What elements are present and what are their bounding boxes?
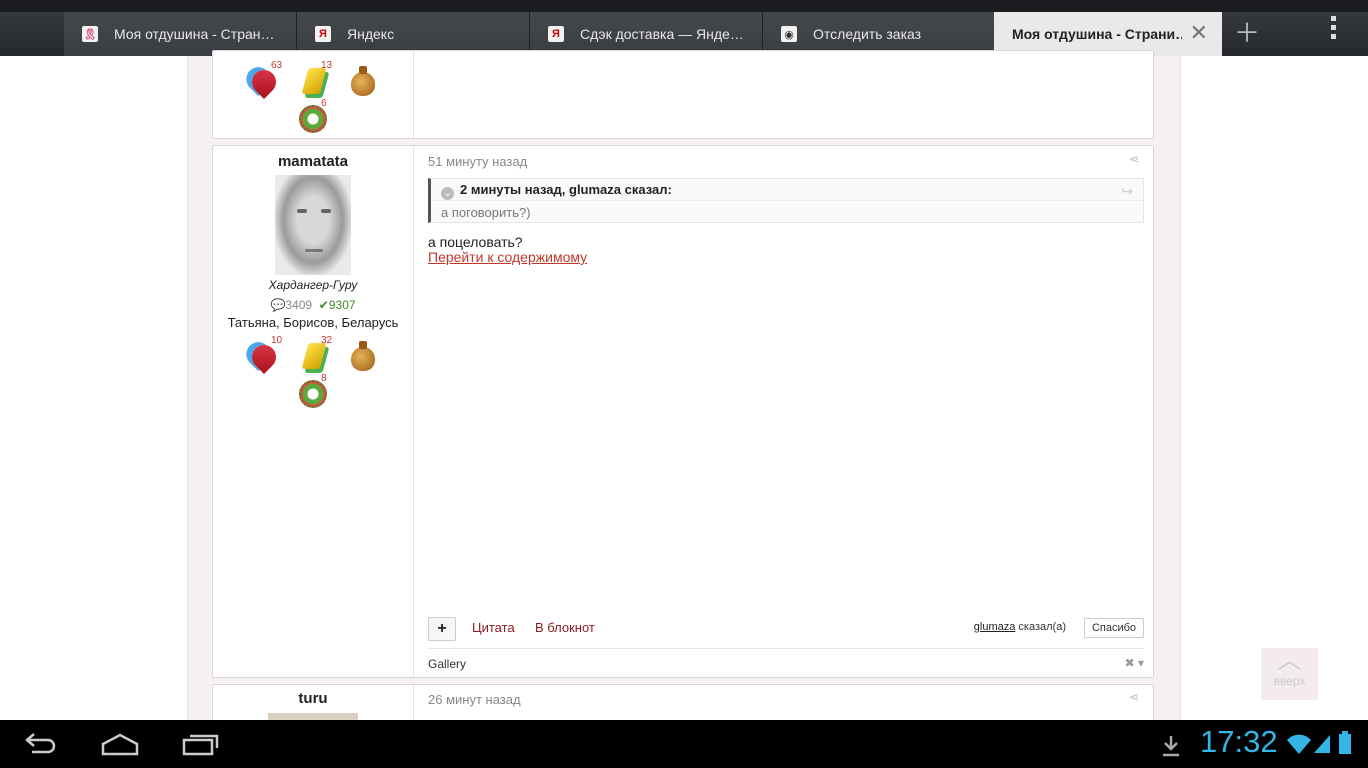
chevron-up-icon: ︿ (1277, 647, 1302, 674)
money-bag-icon (346, 64, 380, 98)
thanked-user-link[interactable]: glumaza (974, 621, 1016, 633)
quote-header: ⌄ 2 минуты назад, glumaza сказал: (441, 182, 672, 200)
yandex-icon: Я (548, 26, 564, 42)
new-tab-icon[interactable]: ＋ (1234, 20, 1260, 46)
share-icon[interactable]: ⋖ (1129, 152, 1139, 166)
user-stats: 💬3409 ✔9307 (213, 298, 413, 312)
scroll-to-top-button[interactable]: ︿ вверх (1261, 648, 1318, 700)
status-clock: 17:32 (1200, 724, 1278, 759)
checkmark-icon: ✔ (318, 298, 329, 312)
gallery-label[interactable]: Gallery (428, 657, 466, 671)
author-column: mamatata Хардангер-Гуру 💬3409 ✔9307 Тать… (213, 146, 414, 677)
gallery-bar: Gallery ✖ ▾ (428, 648, 1144, 673)
download-icon[interactable] (1160, 734, 1182, 758)
status-strip (0, 0, 1368, 12)
forum-post: mamatata Хардангер-Гуру 💬3409 ✔9307 Тать… (212, 145, 1154, 678)
money-bag-icon (346, 339, 380, 373)
globe-icon: ◉ (781, 26, 797, 42)
home-icon[interactable] (100, 730, 140, 758)
forum-page: 63 13 6 mamatata Хардангер-Гуру 💬3409 ✔9… (187, 50, 1181, 744)
reputation-count: 9307 (328, 298, 356, 312)
back-icon[interactable] (22, 730, 58, 758)
thanks-button[interactable]: Спасибо (1084, 618, 1144, 638)
heart-icon: 10 (246, 335, 282, 374)
forum-post-previous: 63 13 6 (212, 50, 1154, 139)
recent-apps-icon[interactable] (182, 730, 220, 758)
ribbon-icon: 🎗 (82, 26, 98, 42)
comment-icon: 💬 (270, 298, 286, 312)
yandex-icon: Я (315, 26, 331, 42)
signal-icon (1314, 735, 1330, 753)
gem-icon: 13 (296, 60, 332, 98)
author-column: 63 13 6 (213, 51, 414, 138)
gear-icon: 6 (296, 98, 330, 136)
posts-count: 3409 (285, 298, 313, 312)
post-username[interactable]: turu (213, 690, 413, 707)
avatar[interactable] (275, 175, 351, 275)
skip-to-content-link[interactable]: Перейти к содержимому (428, 250, 587, 265)
post-username[interactable]: mamatata (213, 153, 413, 170)
post-timestamp[interactable]: 26 минут назад (428, 692, 521, 707)
collapse-toggle-icon[interactable]: ⌄ (441, 187, 454, 200)
goto-quote-icon[interactable]: ↪ (1121, 183, 1133, 200)
share-icon[interactable]: ⋖ (1129, 690, 1139, 704)
thanked-by: glumaza сказал(а) (973, 621, 1066, 633)
system-nav-bar: 17:32 (0, 720, 1368, 768)
notebook-button[interactable]: В блокнот (535, 620, 595, 635)
heart-icon: 63 (246, 60, 282, 99)
tab-title: Отследить заказ (813, 26, 922, 42)
post-actions: + Цитата В блокнот glumaza сказал(а) Спа… (428, 617, 1144, 641)
gallery-close-icon[interactable]: ✖ ▾ (1125, 656, 1144, 670)
close-tab-icon[interactable]: ✕ (1190, 22, 1208, 44)
tab-title: Моя отдушина - Страни… (1012, 26, 1182, 42)
plus-button[interactable]: + (428, 617, 456, 641)
gem-icon: 32 (296, 335, 332, 373)
quote-body: а поговорить?) (441, 205, 531, 220)
post-text: а поцеловать? (428, 234, 523, 250)
tab-title: Сдэк доставка — Янде… (580, 26, 744, 42)
gear-icon: 8 (296, 373, 330, 411)
post-timestamp[interactable]: 51 минуту назад (428, 154, 527, 169)
user-rank: Хардангер-Гуру (268, 278, 358, 292)
battery-icon (1339, 731, 1351, 754)
tab-title: Моя отдушина - Стран… (114, 26, 275, 42)
quote-block: ⌄ 2 минуты назад, glumaza сказал: ↪ а пог… (428, 178, 1144, 223)
tab-title: Яндекс (347, 26, 395, 42)
browser-tab-bar: 🎗 Моя отдушина - Стран… Я Яндекс Я Сдэк … (0, 0, 1368, 56)
quote-button[interactable]: Цитата (472, 620, 515, 635)
overflow-menu-icon[interactable] (1331, 16, 1339, 43)
user-location: Татьяна, Борисов, Беларусь (227, 315, 399, 330)
wifi-icon (1287, 734, 1311, 754)
